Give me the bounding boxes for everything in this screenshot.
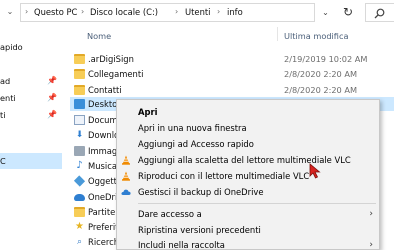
column-header-date-modified[interactable]: Ultima modifica <box>284 31 348 41</box>
chevron-right-icon[interactable]: › <box>175 7 178 16</box>
column-divider[interactable] <box>277 27 278 41</box>
file-row[interactable]: Contatti 2/8/2020 2:20 AM <box>70 83 394 97</box>
nav-item-folder[interactable] <box>0 134 62 150</box>
menu-item-label: Ripristina versioni precedenti <box>138 225 261 235</box>
file-name: .arDigiSign <box>88 54 134 64</box>
menu-separator <box>138 203 376 204</box>
nav-item-accesso-rapido[interactable]: apido <box>0 39 62 55</box>
pin-icon: 📌 <box>47 93 57 102</box>
file-date: 2/8/2020 2:20 AM <box>284 69 358 79</box>
file-name: Oggetti <box>88 176 120 186</box>
file-name: Preferit <box>88 222 119 232</box>
music-icon: ♪ <box>76 160 83 171</box>
pictures-icon <box>74 146 85 156</box>
nav-item-label: ti <box>0 110 6 120</box>
chevron-right-icon[interactable]: › <box>81 7 84 16</box>
chevron-right-icon: › <box>25 7 29 16</box>
menu-item-label: Dare accesso a <box>138 209 202 219</box>
breadcrumb-info[interactable]: info <box>227 7 243 17</box>
chevron-right-icon[interactable]: › <box>217 7 220 16</box>
navigation-pane: apido ad 📌 enti 📌 ti 📌 C <box>0 26 66 250</box>
nav-item-label: apido <box>0 42 23 52</box>
nav-item-immagini[interactable]: ti 📌 <box>0 107 62 123</box>
search-icon <box>374 8 385 19</box>
file-name: OneDri <box>88 192 118 202</box>
nav-item-label: ad <box>0 76 11 86</box>
favorites-icon: ★ <box>75 221 84 232</box>
file-date: 2/8/2020 2:20 AM <box>284 85 358 95</box>
file-row[interactable]: .arDigiSign 2/19/2019 10:02 AM <box>70 52 394 66</box>
file-name: Partite <box>88 207 116 217</box>
nav-item-pinned[interactable]: ad 📌 <box>0 73 62 89</box>
menu-item-label: Includi nella raccolta <box>138 240 225 250</box>
menu-item-accesso-rapido[interactable]: Aggiungi ad Accesso rapido <box>117 136 379 152</box>
mouse-pointer-icon <box>309 163 321 179</box>
submenu-arrow-icon: › <box>369 240 373 250</box>
nav-item-selected[interactable]: C <box>0 153 62 169</box>
vlc-cone-icon <box>121 171 131 181</box>
address-history-dropdown-icon[interactable]: ⌄ <box>316 3 335 22</box>
menu-item-includi-raccolta[interactable]: Includi nella raccolta › <box>117 237 379 250</box>
pin-icon: 📌 <box>47 76 57 85</box>
folder-icon <box>74 54 85 64</box>
file-name: Immag <box>88 146 118 156</box>
menu-item-label: Apri in una nuova finestra <box>138 123 247 133</box>
menu-item-label: Riproduci con il lettore multimediale VL… <box>138 171 310 181</box>
folder-icon <box>74 85 85 95</box>
search-input[interactable] <box>365 3 394 22</box>
recent-locations-chevron-icon[interactable]: ⌄ <box>4 6 16 18</box>
desktop-folder-icon <box>74 99 85 109</box>
menu-item-apri-nuova-finestra[interactable]: Apri in una nuova finestra <box>117 120 379 136</box>
menu-item-ripristina-versioni[interactable]: Ripristina versioni precedenti <box>117 222 379 238</box>
menu-item-vlc-playlist[interactable]: Aggiungi alla scaletta del lettore multi… <box>117 152 379 168</box>
document-icon <box>74 115 85 125</box>
menu-item-label: Aggiungi ad Accesso rapido <box>138 139 254 149</box>
refresh-icon[interactable]: ↻ <box>338 3 358 22</box>
nav-item-label: enti <box>0 93 16 103</box>
nav-item-documenti[interactable]: enti 📌 <box>0 90 62 106</box>
breadcrumb-disco-locale[interactable]: Disco locale (C:) <box>90 7 158 17</box>
searches-icon: ⌕ <box>76 237 83 247</box>
file-date: 2/19/2019 10:02 AM <box>284 54 368 64</box>
games-folder-icon <box>74 207 85 217</box>
file-name: Collegamenti <box>88 69 144 79</box>
menu-item-onedrive-backup[interactable]: Gestisci il backup di OneDrive <box>117 184 379 200</box>
onedrive-icon <box>74 194 85 201</box>
file-name: Docum <box>88 115 118 125</box>
breadcrumb-utenti[interactable]: Utenti <box>185 7 211 17</box>
file-name: Musica <box>88 161 117 171</box>
address-bar[interactable]: › Questo PC › Disco locale (C:) › Utenti… <box>20 3 315 22</box>
submenu-arrow-icon: › <box>369 209 373 219</box>
file-name: Deskto <box>88 99 118 109</box>
onedrive-cloud-icon <box>121 187 131 197</box>
pin-icon: 📌 <box>47 110 57 119</box>
nav-item-label: C <box>0 156 6 166</box>
menu-item-vlc-play[interactable]: Riproduci con il lettore multimediale VL… <box>117 168 379 184</box>
file-name: Downlo <box>88 130 120 140</box>
file-name: Contatti <box>88 85 122 95</box>
menu-item-apri[interactable]: Apri <box>117 104 379 120</box>
breadcrumb-questo-pc[interactable]: Questo PC <box>34 7 77 17</box>
file-name: Ricerch <box>88 237 120 247</box>
menu-item-label: Apri <box>138 107 158 117</box>
3d-objects-icon <box>73 175 86 187</box>
vlc-cone-icon <box>121 155 131 165</box>
address-toolbar: ⌄ › Questo PC › Disco locale (C:) › Uten… <box>0 0 394 26</box>
context-menu: Apri Apri in una nuova finestra Aggiungi… <box>116 99 380 250</box>
menu-item-dare-accesso[interactable]: Dare accesso a › <box>117 206 379 222</box>
file-row[interactable]: Collegamenti 2/8/2020 2:20 AM <box>70 67 394 81</box>
column-header-name[interactable]: Nome <box>87 31 111 41</box>
menu-item-label: Gestisci il backup di OneDrive <box>138 187 264 197</box>
folder-icon <box>74 69 85 79</box>
download-icon: ⬇ <box>75 130 84 140</box>
